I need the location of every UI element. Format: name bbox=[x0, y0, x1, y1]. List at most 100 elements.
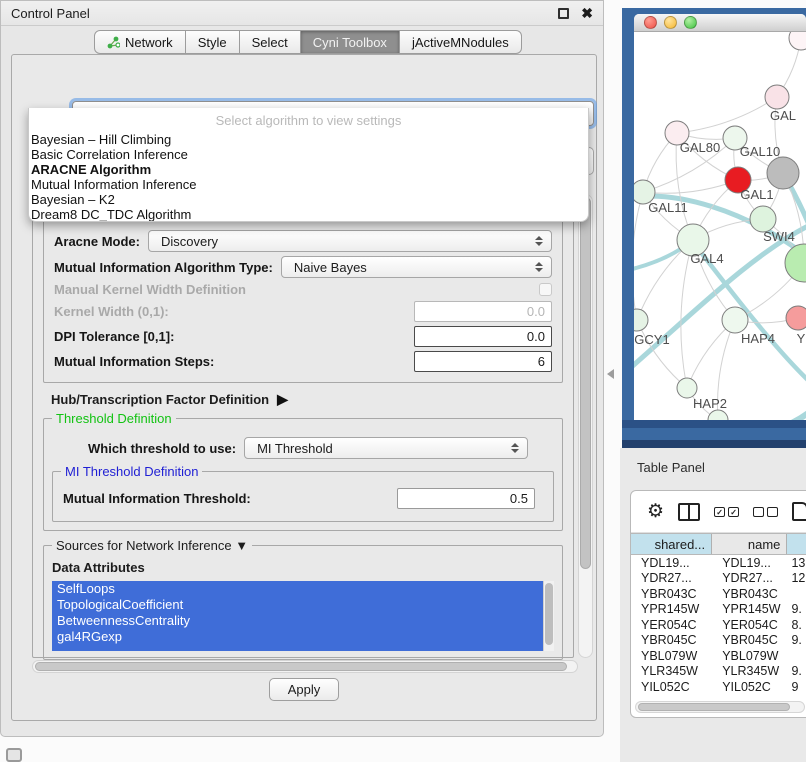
control-panel-title: Control Panel bbox=[11, 6, 558, 21]
table-cell: YIL052C bbox=[712, 679, 787, 695]
attribute-item-topologicalcoefficient[interactable]: TopologicalCoefficient bbox=[52, 597, 543, 613]
table-container: ⚙ ✓✓ shared...name YDL19...YDL19...13YDR… bbox=[630, 490, 806, 718]
network-node-gal[interactable] bbox=[765, 85, 789, 109]
close-window-icon[interactable] bbox=[644, 16, 657, 29]
algorithm-option-bayesian-hill-climbing[interactable]: Bayesian – Hill Climbing bbox=[29, 132, 588, 147]
table-row[interactable]: YDR27...YDR27...12 bbox=[631, 571, 806, 587]
manual-kernel-width-label: Manual Kernel Width Definition bbox=[54, 282, 246, 297]
export-table-icon[interactable] bbox=[792, 502, 806, 521]
table-row[interactable]: YBR043CYBR043C bbox=[631, 586, 806, 602]
node-label: SWI4 bbox=[763, 229, 795, 244]
table-body: YDL19...YDL19...13YDR27...YDR27...12YBR0… bbox=[631, 555, 806, 695]
network-node[interactable] bbox=[785, 244, 806, 282]
table-header-row: shared...name bbox=[631, 533, 806, 555]
network-node[interactable] bbox=[767, 157, 799, 189]
table-cell: YBR045C bbox=[712, 633, 787, 649]
split-pane-handle-icon[interactable] bbox=[607, 369, 614, 379]
attribute-item-betweennesscentrality[interactable]: BetweennessCentrality bbox=[52, 613, 543, 629]
column-header-name[interactable]: name bbox=[712, 534, 787, 554]
table-cell: YBR043C bbox=[631, 586, 712, 602]
tab-cyni-toolbox[interactable]: Cyni Toolbox bbox=[300, 30, 400, 54]
network-node[interactable] bbox=[789, 32, 806, 50]
algorithm-definition-group: Algorithm Definition Aracne Mode: Discov… bbox=[43, 211, 563, 383]
table-row[interactable]: YPR145WYPR145W9. bbox=[631, 602, 806, 618]
algorithm-option-bayesian-k2[interactable]: Bayesian – K2 bbox=[29, 192, 588, 207]
table-row[interactable]: YER054CYER054C8. bbox=[631, 617, 806, 633]
network-node-y[interactable] bbox=[786, 306, 806, 330]
table-cell: YPR145W bbox=[712, 602, 787, 618]
node-label: GAL1 bbox=[740, 187, 773, 202]
attribute-item-gal4rgexp[interactable]: gal4RGexp bbox=[52, 629, 543, 645]
cyni-toolbox-content: gal filtered.sif default node Select alg… bbox=[11, 54, 597, 721]
network-node[interactable] bbox=[708, 410, 728, 420]
select-all-checkboxes-icon[interactable]: ✓✓ bbox=[714, 507, 739, 517]
algorithm-option-dream8-dc-tdc-algorithm[interactable]: Dream8 DC_TDC Algorithm bbox=[29, 207, 588, 222]
network-node-hap4[interactable] bbox=[722, 307, 748, 333]
kernel-width-label: Kernel Width (0,1): bbox=[54, 304, 169, 319]
node-label: GAL80 bbox=[680, 140, 720, 155]
aracne-mode-combobox[interactable]: Discovery bbox=[148, 230, 552, 252]
chevron-right-icon: ▶ bbox=[277, 391, 288, 408]
float-panel-icon[interactable] bbox=[558, 8, 569, 19]
split-columns-icon[interactable] bbox=[678, 503, 700, 521]
table-cell: YBR043C bbox=[712, 586, 787, 602]
combo-stepper-icon bbox=[531, 236, 547, 246]
apply-button[interactable]: Apply bbox=[269, 678, 339, 701]
attribute-item-selfloops[interactable]: SelfLoops bbox=[52, 581, 543, 597]
collapsed-panel-chip[interactable] bbox=[6, 748, 22, 762]
gear-icon[interactable]: ⚙ bbox=[647, 502, 664, 521]
table-row[interactable]: YIL052CYIL052C9 bbox=[631, 679, 806, 695]
network-graph: GALGAL80GAL10GAL1GAL11SWI4GAL4GCY1HAP4YH… bbox=[634, 32, 806, 420]
table-horizontal-scrollbar[interactable] bbox=[635, 701, 805, 713]
column-header-shared-[interactable]: shared... bbox=[631, 534, 712, 554]
dpi-tolerance-field[interactable]: 0.0 bbox=[414, 326, 552, 347]
kernel-width-field[interactable]: 0.0 bbox=[414, 301, 552, 322]
table-cell: 13 bbox=[787, 555, 806, 571]
table-row[interactable]: YBL079WYBL079W bbox=[631, 648, 806, 664]
network-canvas[interactable]: GALGAL80GAL10GAL1GAL11SWI4GAL4GCY1HAP4YH… bbox=[634, 32, 806, 420]
hub-definition-expander[interactable]: Hub/Transcription Factor Definition ▶ bbox=[51, 391, 565, 408]
table-panel: Table Panel ⚙ ✓✓ shared...name YDL19...Y… bbox=[620, 448, 806, 762]
network-node-gcy1[interactable] bbox=[634, 309, 648, 331]
settings-horizontal-scrollbar[interactable] bbox=[32, 660, 578, 673]
network-view-frame: GALGAL80GAL10GAL1GAL11SWI4GAL4GCY1HAP4YH… bbox=[622, 8, 806, 448]
which-threshold-combobox[interactable]: MI Threshold bbox=[244, 437, 528, 459]
node-label: HAP4 bbox=[741, 331, 775, 346]
network-window-titlebar[interactable] bbox=[634, 14, 806, 32]
tab-select[interactable]: Select bbox=[239, 30, 301, 54]
attributes-list-scrollbar[interactable] bbox=[543, 581, 554, 651]
tab-network[interactable]: Network bbox=[94, 30, 186, 54]
table-row[interactable]: YDL19...YDL19...13 bbox=[631, 555, 806, 571]
tab-jactivemnodules[interactable]: jActiveMNodules bbox=[399, 30, 522, 54]
close-icon[interactable]: ✖ bbox=[581, 6, 593, 20]
algorithm-option-aracne-algorithm[interactable]: ARACNE Algorithm bbox=[29, 162, 588, 177]
minimize-window-icon[interactable] bbox=[664, 16, 677, 29]
data-attributes-list[interactable]: SelfLoopsTopologicalCoefficientBetweenne… bbox=[52, 581, 543, 651]
table-cell bbox=[787, 648, 806, 664]
deselect-all-checkboxes-icon[interactable] bbox=[753, 507, 778, 517]
mi-steps-field[interactable]: 6 bbox=[414, 351, 552, 372]
table-row[interactable]: YBR045CYBR045C9. bbox=[631, 633, 806, 649]
mi-threshold-field[interactable]: 0.5 bbox=[397, 488, 535, 509]
algorithm-option-basic-correlation-inference[interactable]: Basic Correlation Inference bbox=[29, 147, 588, 162]
column-header-clipped[interactable] bbox=[787, 534, 806, 554]
settings-vertical-scrollbar[interactable] bbox=[578, 194, 593, 658]
table-cell bbox=[787, 586, 806, 602]
table-cell: 9. bbox=[787, 602, 806, 618]
chevron-down-icon[interactable]: ▼ bbox=[235, 538, 248, 553]
node-label: GAL11 bbox=[648, 200, 688, 215]
table-cell: 8. bbox=[787, 617, 806, 633]
algorithm-option-mutual-information-inference[interactable]: Mutual Information Inference bbox=[29, 177, 588, 192]
table-cell: YBR045C bbox=[631, 633, 712, 649]
tab-style[interactable]: Style bbox=[185, 30, 240, 54]
which-threshold-label: Which threshold to use: bbox=[88, 441, 236, 456]
manual-kernel-width-checkbox[interactable] bbox=[539, 283, 552, 296]
table-row[interactable]: YLR345WYLR345W9. bbox=[631, 664, 806, 680]
node-label: GAL bbox=[770, 108, 796, 123]
cyni-algorithm-settings-group: Cyni Algorithm Settings Algorithm Defini… bbox=[32, 194, 574, 658]
network-node-hap2[interactable] bbox=[677, 378, 697, 398]
mi-algorithm-type-combobox[interactable]: Naive Bayes bbox=[281, 256, 552, 278]
table-cell: YBL079W bbox=[712, 648, 787, 664]
control-panel-titlebar: Control Panel ✖ bbox=[1, 1, 603, 26]
zoom-window-icon[interactable] bbox=[684, 16, 697, 29]
